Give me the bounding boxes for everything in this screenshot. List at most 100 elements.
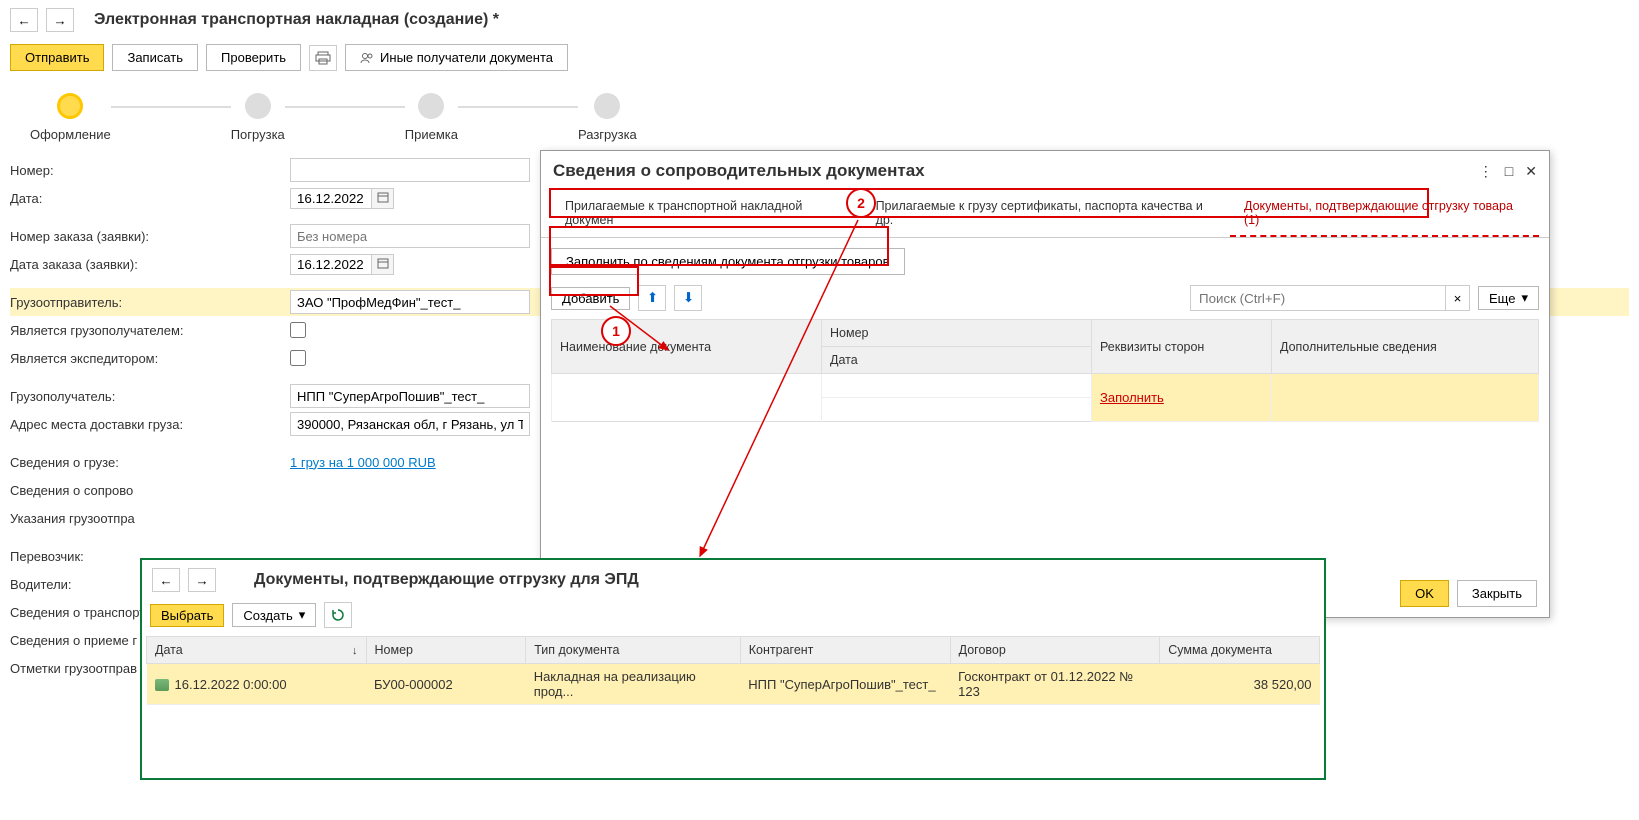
col-contractor[interactable]: Контрагент	[740, 637, 950, 664]
col-number[interactable]: Номер	[366, 637, 526, 664]
col-number[interactable]: Номер	[822, 320, 1092, 347]
other-recipients-button[interactable]: Иные получатели документа	[345, 44, 568, 71]
popup-close-icon[interactable]: ✕	[1525, 163, 1537, 180]
back-button[interactable]: ←	[10, 8, 38, 32]
arrow-up-icon: ⬆	[647, 290, 658, 306]
cargo-info-link[interactable]: 1 груз на 1 000 000 RUB	[290, 455, 436, 470]
refresh-icon	[331, 608, 345, 622]
users-icon	[360, 52, 374, 64]
col-date[interactable]: Дата↓	[147, 637, 367, 664]
receiver-label: Грузополучатель:	[10, 389, 290, 404]
cell-amount: 38 520,00	[1160, 664, 1320, 705]
docs-table: Наименование документа Номер Реквизиты с…	[551, 319, 1539, 422]
order-number-input[interactable]	[290, 224, 530, 248]
is-receiver-checkbox[interactable]	[290, 322, 306, 338]
col-contract[interactable]: Договор	[950, 637, 1160, 664]
order-number-label: Номер заказа (заявки):	[10, 229, 290, 244]
col-amount[interactable]: Сумма документа	[1160, 637, 1320, 664]
add-button[interactable]: Добавить	[551, 287, 630, 310]
order-date-input[interactable]	[291, 255, 371, 274]
cell-date[interactable]	[822, 398, 1092, 422]
send-button[interactable]: Отправить	[10, 44, 104, 71]
calendar-icon	[377, 257, 389, 269]
marker-1: 1	[601, 316, 631, 346]
delivery-address-label: Адрес места доставки груза:	[10, 417, 290, 432]
cell-type: Накладная на реализацию прод...	[526, 664, 741, 705]
save-button[interactable]: Записать	[112, 44, 198, 71]
close-button[interactable]: Закрыть	[1457, 580, 1537, 607]
is-receiver-label: Является грузополучателем:	[10, 323, 290, 338]
print-button[interactable]	[309, 45, 337, 71]
tab-shipment-docs[interactable]: Документы, подтверждающие отгрузку товар…	[1230, 191, 1539, 237]
select-button[interactable]: Выбрать	[150, 604, 224, 627]
sender-instr-label: Указания грузоотпра	[10, 511, 290, 526]
fill-link[interactable]: Заполнить	[1100, 390, 1164, 405]
col-date[interactable]: Дата	[822, 347, 1092, 374]
cell-name[interactable]	[552, 374, 822, 422]
cell-number[interactable]	[822, 374, 1092, 398]
date-picker-button[interactable]	[371, 189, 393, 208]
popup2-back-button[interactable]: ←	[152, 568, 180, 592]
cell-contract: Госконтракт от 01.12.2022 № 123	[950, 664, 1160, 705]
document-icon	[155, 679, 169, 691]
stepper: Оформление Погрузка Приемка Разгрузка	[0, 75, 1639, 152]
cargo-info-label: Сведения о грузе:	[10, 455, 290, 470]
cell-number: БУ00-000002	[366, 664, 526, 705]
fill-from-shipment-button[interactable]: Заполнить по сведениям документа отгрузк…	[551, 248, 905, 275]
order-date-picker-button[interactable]	[371, 255, 393, 274]
accompanying-docs-popup: Сведения о сопроводительных документах ⋮…	[540, 150, 1550, 618]
page-title: Электронная транспортная накладная (созд…	[94, 11, 499, 29]
step-registration[interactable]: Оформление	[30, 93, 111, 142]
sort-desc-icon: ↓	[352, 645, 358, 657]
search-input[interactable]	[1190, 285, 1446, 311]
order-date-label: Дата заказа (заявки):	[10, 257, 290, 272]
ok-button[interactable]: OK	[1400, 580, 1449, 607]
marker-2: 2	[846, 188, 876, 218]
chevron-down-icon: ▾	[299, 607, 306, 623]
step-unloading[interactable]: Разгрузка	[578, 93, 637, 142]
popup2-forward-button[interactable]: →	[188, 568, 216, 592]
tab-certificates[interactable]: Прилагаемые к грузу сертификаты, паспорт…	[862, 191, 1230, 237]
move-up-button[interactable]: ⬆	[638, 285, 666, 311]
col-name[interactable]: Наименование документа	[552, 320, 822, 374]
popup-more-icon[interactable]: ⋮	[1479, 163, 1493, 180]
sender-input[interactable]	[290, 290, 530, 314]
cell-contractor: НПП "СуперАгроПошив"_тест_	[740, 664, 950, 705]
accompanying-label: Сведения о сопрово	[10, 483, 290, 498]
cell-date: 16.12.2022 0:00:00	[147, 664, 367, 705]
step-loading[interactable]: Погрузка	[231, 93, 285, 142]
shipment-docs-table: Дата↓ Номер Тип документа Контрагент Дог…	[146, 636, 1320, 705]
tab-attached-to-waybill[interactable]: Прилагаемые к транспортной накладной док…	[551, 191, 862, 237]
table-row[interactable]: 16.12.2022 0:00:00 БУ00-000002 Накладная…	[147, 664, 1320, 705]
cell-extra[interactable]	[1272, 374, 1539, 422]
is-forwarder-checkbox[interactable]	[290, 350, 306, 366]
sender-label: Грузоотправитель:	[10, 295, 290, 310]
number-label: Номер:	[10, 163, 290, 178]
forward-button[interactable]: →	[46, 8, 74, 32]
cell-parties[interactable]: Заполнить	[1092, 374, 1272, 422]
number-input[interactable]	[290, 158, 530, 182]
create-button[interactable]: Создать ▾	[232, 603, 316, 627]
step-acceptance[interactable]: Приемка	[405, 93, 458, 142]
table-row[interactable]: Заполнить	[552, 374, 1539, 398]
popup2-title: Документы, подтверждающие отгрузку для Э…	[254, 571, 639, 589]
arrow-down-icon: ⬇	[683, 290, 694, 306]
date-label: Дата:	[10, 191, 290, 206]
refresh-button[interactable]	[324, 602, 352, 628]
move-down-button[interactable]: ⬇	[674, 285, 702, 311]
date-input[interactable]	[291, 189, 371, 208]
chevron-down-icon: ▾	[1521, 290, 1528, 306]
shipment-docs-popup: ← → Документы, подтверждающие отгрузку д…	[140, 558, 1326, 780]
popup1-title: Сведения о сопроводительных документах	[553, 161, 925, 181]
receiver-input[interactable]	[290, 384, 530, 408]
check-button[interactable]: Проверить	[206, 44, 301, 71]
col-type[interactable]: Тип документа	[526, 637, 741, 664]
search-clear-button[interactable]: ×	[1446, 285, 1470, 311]
popup-maximize-icon[interactable]: □	[1505, 163, 1513, 180]
col-parties[interactable]: Реквизиты сторон	[1092, 320, 1272, 374]
col-extra[interactable]: Дополнительные сведения	[1272, 320, 1539, 374]
delivery-address-input[interactable]	[290, 412, 530, 436]
calendar-icon	[377, 191, 389, 203]
more-button[interactable]: Еще ▾	[1478, 286, 1539, 310]
is-forwarder-label: Является экспедитором:	[10, 351, 290, 366]
